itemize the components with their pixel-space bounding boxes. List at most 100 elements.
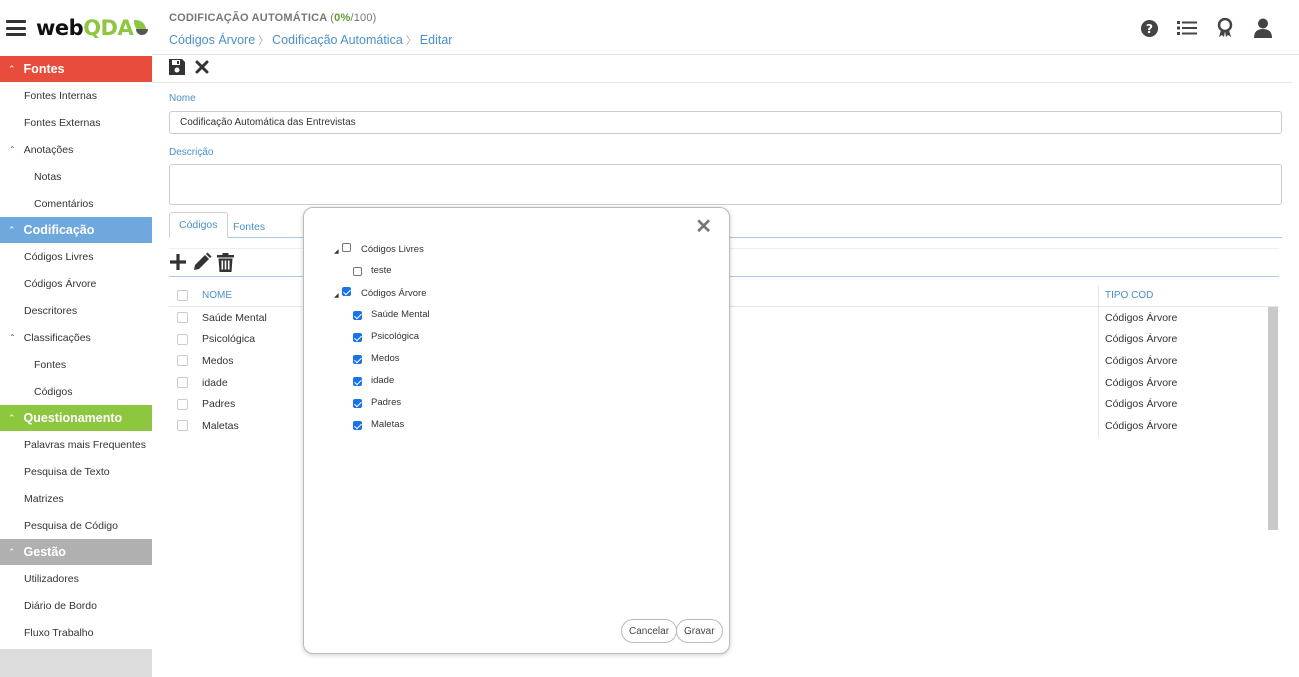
save-icon[interactable] (168, 58, 186, 81)
save-button[interactable]: Gravar (676, 619, 723, 643)
code-tree: ◢ Códigos Livres teste ◢ Códigos Árvore Saúde… (334, 238, 430, 436)
tab-fontes[interactable]: Fontes (224, 214, 274, 240)
sidebar-item-anotacoes[interactable]: ⌃ Anotações (0, 136, 152, 163)
column-header-nome[interactable]: NOME (202, 290, 232, 301)
breadcrumb-item-editar: Editar (419, 33, 453, 47)
sidebar-item-classificacoes[interactable]: ⌃ Classificações (0, 324, 152, 351)
tree-checkbox[interactable] (353, 398, 362, 408)
tree-node-psicologica: Psicológica (334, 326, 430, 348)
sidebar-section-fontes[interactable]: ⌃ Fontes (0, 56, 152, 82)
sidebar-item-pesquisa-de-codigo[interactable]: Pesquisa de Código (0, 512, 152, 539)
sidebar-item-codigos-livres[interactable]: Códigos Livres (0, 243, 152, 270)
tree-checkbox[interactable] (353, 420, 362, 430)
cell-nome: Saúde Mental (202, 311, 267, 324)
hamburger-menu-icon[interactable] (6, 20, 26, 36)
tab-codigos[interactable]: Códigos (169, 212, 228, 238)
tree-node-codigos-livres: ◢ Códigos Livres (334, 238, 430, 260)
page-title-text: CODIFICAÇÃO AUTOMÁTICA (169, 12, 327, 24)
sidebar-item-label: Códigos (34, 385, 73, 398)
cell-tipo-cod: Códigos Árvore (1105, 333, 1178, 346)
webqda-logo[interactable]: web QDA (36, 16, 149, 40)
tree-checkbox[interactable] (353, 332, 362, 342)
descricao-textarea[interactable] (169, 164, 1282, 205)
tree-node-label: Códigos Árvore (361, 288, 427, 300)
tree-toggle-icon[interactable]: ◢ (334, 292, 342, 299)
row-checkbox[interactable] (176, 377, 188, 389)
tree-node-padres: Padres (334, 392, 430, 414)
cell-nome: Medos (202, 354, 234, 367)
breadcrumb-item-codigos-arvore[interactable]: Códigos Árvore (169, 33, 255, 47)
cell-nome: Psicológica (202, 333, 256, 346)
nome-label: Nome (169, 93, 196, 104)
list-icon[interactable] (1177, 18, 1197, 38)
tree-checkbox[interactable] (342, 242, 351, 252)
form-toolbar (168, 58, 210, 80)
tree-checkbox[interactable] (342, 286, 351, 296)
trash-icon[interactable] (217, 252, 234, 277)
sidebar-item-codigos[interactable]: Códigos (0, 378, 152, 405)
chevron-up-icon: ⌃ (9, 145, 16, 154)
sidebar-item-fontes-externas[interactable]: Fontes Externas (0, 109, 152, 136)
close-icon[interactable] (194, 59, 210, 80)
chevron-up-icon: ⌃ (9, 333, 16, 342)
chevron-up-icon: ⌃ (8, 546, 16, 557)
sidebar-section-gestao[interactable]: ⌃ Gestão (0, 539, 152, 565)
sidebar-item-notas[interactable]: Notas (0, 163, 152, 190)
sidebar-item-label: Descritores (24, 304, 78, 317)
award-icon[interactable] (1215, 18, 1235, 38)
sidebar-item-pesquisa-de-texto[interactable]: Pesquisa de Texto (0, 458, 152, 485)
tree-node-idade: idade (334, 370, 430, 392)
tree-checkbox[interactable] (353, 354, 362, 364)
modal-close-icon[interactable]: ✕ (695, 214, 712, 239)
table-scrollbar[interactable] (1268, 307, 1278, 530)
sidebar-section-questionamento[interactable]: ⌃ Questionamento (0, 405, 152, 431)
nome-input[interactable] (169, 111, 1282, 134)
breadcrumb: Códigos Árvore 〉 Codificação Automática … (169, 32, 452, 48)
sidebar-item-matrizes[interactable]: Matrizes (0, 485, 152, 512)
sidebar-section-codificacao[interactable]: ⌃ Codificação (0, 217, 152, 243)
tree-checkbox[interactable] (353, 376, 362, 386)
breadcrumb-item-codificacao-automatica[interactable]: Codificação Automática (272, 33, 403, 47)
row-checkbox[interactable] (176, 420, 188, 432)
edit-icon[interactable] (192, 252, 212, 277)
sidebar-item-label: Códigos Livres (24, 250, 94, 263)
tree-checkbox[interactable] (353, 266, 362, 276)
cell-nome: idade (202, 376, 228, 389)
row-checkbox[interactable] (176, 398, 188, 410)
row-checkbox[interactable] (176, 355, 188, 367)
column-header-tipo-cod[interactable]: TIPO COD (1105, 290, 1153, 301)
cell-tipo-cod: Códigos Árvore (1105, 419, 1178, 432)
user-icon[interactable] (1253, 18, 1273, 38)
row-checkbox[interactable] (176, 333, 188, 345)
tree-checkbox[interactable] (353, 310, 362, 320)
sidebar-item-descritores[interactable]: Descritores (0, 297, 152, 324)
sidebar-item-diario-de-bordo[interactable]: Diário de Bordo (0, 592, 152, 619)
sidebar-item-fontes-internas[interactable]: Fontes Internas (0, 82, 152, 109)
cell-nome: Maletas (202, 419, 239, 432)
sidebar-item-fontes[interactable]: Fontes (0, 351, 152, 378)
sidebar-item-comentarios[interactable]: Comentários (0, 190, 152, 217)
descricao-label: Descrição (169, 147, 214, 158)
sidebar-item-codigos-arvore[interactable]: Códigos Árvore (0, 270, 152, 297)
page-title: CODIFICAÇÃO AUTOMÁTICA (0%/100) (169, 12, 377, 24)
cell-nome: Padres (202, 398, 236, 411)
tree-node-teste: teste (334, 260, 430, 282)
sidebar-footer (0, 649, 152, 677)
sidebar-item-palavras-mais-frequentes[interactable]: Palavras mais Frequentes (0, 431, 152, 458)
cancel-button[interactable]: Cancelar (621, 619, 678, 643)
sidebar-item-label: Códigos Árvore (24, 277, 97, 290)
tree-toggle-icon[interactable]: ◢ (334, 248, 342, 255)
chevron-up-icon: ⌃ (8, 412, 16, 423)
add-icon[interactable] (169, 253, 187, 276)
sidebar-item-label: Anotações (23, 143, 74, 156)
sidebar-item-utilizadores[interactable]: Utilizadores (0, 565, 152, 592)
logo-bar: web QDA (0, 0, 152, 56)
help-icon[interactable]: ? (1139, 18, 1159, 38)
sidebar-item-label: Fontes Externas (24, 116, 101, 129)
select-all-checkbox[interactable] (176, 290, 188, 301)
cell-tipo-cod: Códigos Árvore (1105, 398, 1178, 411)
row-checkbox[interactable] (176, 312, 188, 324)
sidebar-item-fluxo-trabalho[interactable]: Fluxo Trabalho (0, 619, 152, 646)
logo-text-main: web (36, 16, 84, 40)
tree-node-label: Psicológica (371, 331, 420, 343)
